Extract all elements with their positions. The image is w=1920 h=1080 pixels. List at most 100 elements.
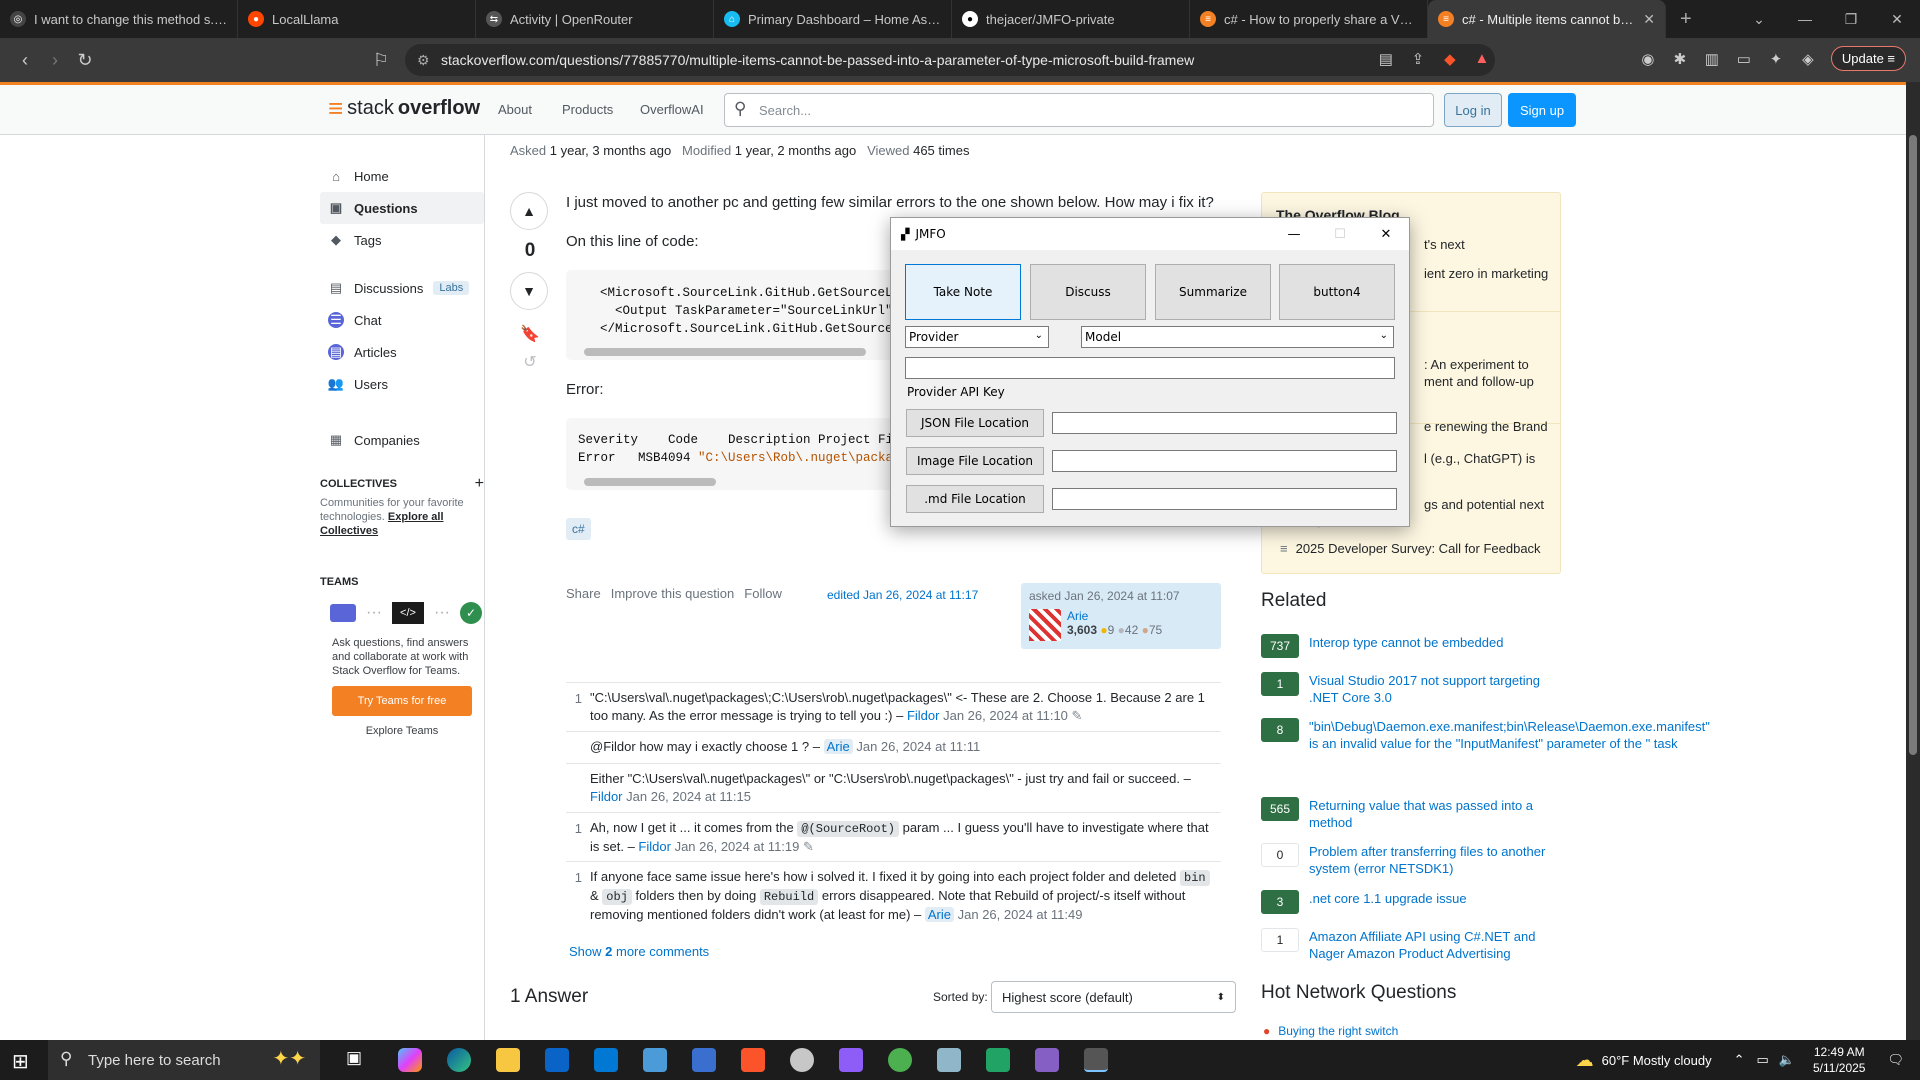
bookmark-icon[interactable]: 🔖 bbox=[510, 324, 550, 344]
nav-about[interactable]: About bbox=[498, 102, 532, 117]
history-icon[interactable]: ↺ bbox=[510, 352, 550, 372]
sidebar-item-questions[interactable]: ▣ Questions bbox=[320, 192, 484, 224]
browser-tab[interactable]: ● thejacer/JMFO-private bbox=[952, 0, 1190, 38]
related-item[interactable]: 565 Returning value that was passed into … bbox=[1261, 797, 1561, 831]
related-item[interactable]: 3 .net core 1.1 upgrade issue bbox=[1261, 890, 1561, 914]
discuss-button[interactable]: Discuss bbox=[1030, 264, 1146, 320]
app-icon[interactable] bbox=[790, 1048, 814, 1072]
browser-tab[interactable]: ≡ c# - How to properly share a VS pro bbox=[1190, 0, 1428, 38]
sidebar-item-discussions[interactable]: ▤ Discussions Labs bbox=[320, 272, 484, 304]
summarize-button[interactable]: Summarize bbox=[1155, 264, 1271, 320]
tab-list-icon[interactable]: ⌄ bbox=[1736, 11, 1782, 28]
edge-icon[interactable] bbox=[447, 1048, 471, 1072]
close-window-icon[interactable]: ✕ bbox=[1874, 11, 1920, 28]
new-tab-icon[interactable]: + bbox=[1680, 8, 1692, 31]
search-input[interactable]: ⚲ Search... bbox=[724, 93, 1434, 127]
signup-button[interactable]: Sign up bbox=[1508, 93, 1576, 127]
update-button[interactable]: Update ≡ bbox=[1830, 46, 1906, 71]
sidebar-item-users[interactable]: 👥 Users bbox=[320, 368, 484, 400]
calculator-icon[interactable] bbox=[643, 1048, 667, 1072]
related-item[interactable]: 8 "bin\Debug\Daemon.exe.manifest;bin\Rele… bbox=[1261, 718, 1710, 752]
user-name[interactable]: Arie bbox=[1067, 609, 1162, 623]
user-avatar[interactable] bbox=[1029, 609, 1061, 641]
url-field[interactable]: ⚙ stackoverflow.com/questions/77885770/m… bbox=[405, 44, 1495, 76]
notifications-icon[interactable]: 🗨 bbox=[1887, 1052, 1904, 1068]
brave-rewards-icon[interactable]: ▲ bbox=[1473, 50, 1491, 68]
api-key-input[interactable] bbox=[905, 357, 1395, 379]
explore-teams-link[interactable]: Explore Teams bbox=[332, 724, 472, 738]
file-explorer-icon[interactable] bbox=[496, 1048, 520, 1072]
remote-desktop-icon[interactable] bbox=[692, 1048, 716, 1072]
brave-shields-icon[interactable]: ◆ bbox=[1441, 50, 1459, 68]
nav-overflowai[interactable]: OverflowAI bbox=[640, 102, 704, 117]
comment-user[interactable]: Fildor bbox=[590, 789, 623, 804]
model-select[interactable]: Model ⌄ bbox=[1081, 326, 1394, 348]
sidebar-item-articles[interactable]: ▤ Articles bbox=[320, 336, 484, 368]
brave-icon[interactable] bbox=[741, 1048, 765, 1072]
sidebar-item-chat[interactable]: ☰ Chat bbox=[320, 304, 484, 336]
jmfo-titlebar[interactable]: ▞ JMFO — ☐ ✕ bbox=[891, 218, 1409, 250]
related-item[interactable]: 0 Problem after transferring files to ano… bbox=[1261, 843, 1561, 877]
vpn-icon[interactable]: ◈ bbox=[1799, 50, 1817, 68]
maximize-icon[interactable]: ☐ bbox=[1317, 218, 1363, 250]
volume-icon[interactable]: 🔈 bbox=[1779, 1052, 1795, 1068]
button4-button[interactable]: button4 bbox=[1279, 264, 1395, 320]
share-icon[interactable]: ⇪ bbox=[1409, 50, 1427, 68]
leo-ai-icon[interactable]: ✦ bbox=[1767, 50, 1785, 68]
comment-user[interactable]: Fildor bbox=[907, 708, 940, 723]
visual-studio-icon[interactable] bbox=[1035, 1048, 1059, 1072]
image-file-input[interactable] bbox=[1052, 450, 1397, 472]
show-more-comments-link[interactable]: Show 2 more comments bbox=[569, 944, 709, 959]
try-teams-button[interactable]: Try Teams for free bbox=[332, 686, 472, 716]
sidebar-item-home[interactable]: ⌂ Home bbox=[320, 160, 484, 192]
xbox-icon[interactable] bbox=[888, 1048, 912, 1072]
outlook-icon[interactable] bbox=[545, 1048, 569, 1072]
browser-tab[interactable]: ⇆ Activity | OpenRouter bbox=[476, 0, 714, 38]
downvote-button[interactable]: ▼ bbox=[510, 272, 548, 310]
restore-icon[interactable]: ❐ bbox=[1828, 11, 1874, 28]
related-item[interactable]: 1 Amazon Affiliate API using C#.NET and N… bbox=[1261, 928, 1561, 962]
back-icon[interactable]: ‹ bbox=[10, 50, 40, 71]
md-file-button[interactable]: .md File Location bbox=[906, 485, 1044, 513]
tag-csharp[interactable]: c# bbox=[566, 518, 591, 540]
edited-link[interactable]: edited Jan 26, 2024 at 11:17 bbox=[827, 588, 978, 602]
code-scrollbar[interactable] bbox=[584, 348, 866, 356]
clock[interactable]: 12:49 AM 5/11/2025 bbox=[1813, 1044, 1866, 1076]
network-icon[interactable]: ▭ bbox=[1757, 1052, 1769, 1068]
sidebar-item-companies[interactable]: ▦ Companies bbox=[320, 424, 484, 456]
reader-mode-icon[interactable]: ▤ bbox=[1377, 50, 1395, 68]
sheets-icon[interactable] bbox=[986, 1048, 1010, 1072]
close-tab-icon[interactable]: ✕ bbox=[1643, 11, 1655, 28]
follow-link[interactable]: Follow bbox=[744, 586, 782, 601]
add-icon[interactable]: + bbox=[475, 475, 484, 493]
code-scrollbar[interactable] bbox=[584, 478, 716, 486]
jmfo-taskbar-icon[interactable] bbox=[1084, 1048, 1108, 1072]
browser-tab[interactable]: ◎ I want to change this method s... | O bbox=[0, 0, 238, 38]
upvote-button[interactable]: ▲ bbox=[510, 192, 548, 230]
image-file-button[interactable]: Image File Location bbox=[906, 447, 1044, 475]
take-note-button[interactable]: Take Note bbox=[905, 264, 1021, 320]
store-icon[interactable] bbox=[594, 1048, 618, 1072]
notepad-icon[interactable] bbox=[937, 1048, 961, 1072]
stackoverflow-logo[interactable]: ≡ stack overflow bbox=[328, 95, 480, 121]
browser-tab[interactable]: ● LocalLlama bbox=[238, 0, 476, 38]
extensions-icon[interactable]: ✱ bbox=[1671, 50, 1689, 68]
site-info-icon[interactable]: ⚙ bbox=[417, 52, 430, 69]
page-scrollbar-thumb[interactable] bbox=[1909, 135, 1917, 755]
related-item[interactable]: 737 Interop type cannot be embedded bbox=[1261, 634, 1561, 658]
extension-icon[interactable]: ◉ bbox=[1639, 50, 1657, 68]
sort-select[interactable]: Highest score (default) ⬍ bbox=[991, 981, 1236, 1013]
minimize-icon[interactable]: — bbox=[1271, 218, 1317, 250]
share-link[interactable]: Share bbox=[566, 586, 601, 601]
copilot-icon[interactable] bbox=[398, 1048, 422, 1072]
wallet-icon[interactable]: ▭ bbox=[1735, 50, 1753, 68]
comment-user[interactable]: Arie bbox=[924, 907, 954, 922]
forward-icon[interactable]: › bbox=[40, 50, 70, 71]
browser-tab[interactable]: ⌂Primary Dashboard – Home Assistant bbox=[714, 0, 952, 38]
taskbar-search-input[interactable]: ⚲ Type here to search ✦✦ bbox=[48, 1040, 320, 1080]
related-item[interactable]: 1 Visual Studio 2017 not support targetin… bbox=[1261, 672, 1561, 706]
json-file-button[interactable]: JSON File Location bbox=[906, 409, 1044, 437]
comment-user[interactable]: Arie bbox=[823, 739, 853, 754]
sidebar-icon[interactable]: ▥ bbox=[1703, 50, 1721, 68]
hot-network-item[interactable]: ● Buying the right switch bbox=[1263, 1024, 1398, 1038]
